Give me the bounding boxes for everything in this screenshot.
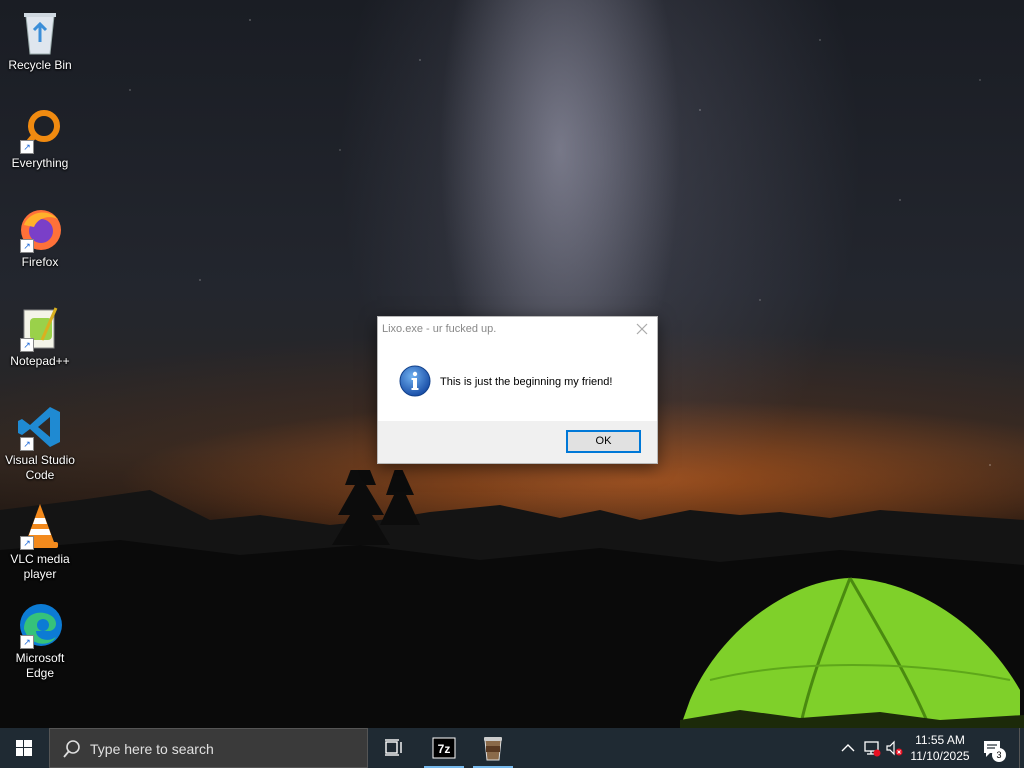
volume-button[interactable] xyxy=(884,738,904,758)
shortcut-arrow-icon: ↗ xyxy=(20,635,34,649)
desktop-icon-firefox[interactable]: ↗ Firefox xyxy=(0,205,80,270)
desktop-icon-label: VLC media player xyxy=(10,552,70,581)
desktop-icon-vlc[interactable]: ↗ VLC media player xyxy=(0,502,80,582)
coffee-cup-icon xyxy=(484,737,502,761)
recycle-bin-icon xyxy=(16,8,64,56)
clock-date: 11/10/2025 xyxy=(910,749,970,763)
taskbar-clock[interactable]: 11:55 AM 11/10/2025 xyxy=(905,732,975,764)
message-box-dialog: Lixo.exe - ur fucked up. This is just th… xyxy=(377,316,658,464)
ok-button[interactable]: OK xyxy=(566,430,641,453)
task-view-button[interactable] xyxy=(373,728,413,768)
desktop-icon-edge[interactable]: ↗ Microsoft Edge xyxy=(0,601,80,681)
search-placeholder: Type here to search xyxy=(90,741,214,757)
search-icon xyxy=(63,740,80,758)
show-desktop-button[interactable] xyxy=(1019,728,1024,768)
desktop-icon-label: Everything xyxy=(11,156,69,170)
taskbar-app-7zip[interactable]: 7z xyxy=(424,728,464,768)
volume-muted-icon xyxy=(886,740,903,756)
firefox-icon: ↗ xyxy=(16,205,64,253)
network-status-button[interactable] xyxy=(862,738,882,758)
svg-text:7z: 7z xyxy=(438,742,451,756)
taskbar: Type here to search 7z 11:55 AM 11/10/20… xyxy=(0,728,1024,768)
start-button[interactable] xyxy=(0,728,48,768)
notification-count-badge: 3 xyxy=(992,748,1006,762)
desktop-icon-label: Visual Studio Code xyxy=(5,453,75,482)
dialog-message: This is just the beginning my friend! xyxy=(440,376,613,388)
info-icon xyxy=(399,365,431,397)
network-disconnected-icon xyxy=(864,741,881,757)
task-view-icon xyxy=(385,739,402,756)
desktop-icon-notepad-plus-plus[interactable]: ↗ Notepad++ xyxy=(0,304,80,369)
desktop-icon-recycle-bin[interactable]: Recycle Bin xyxy=(0,8,80,73)
dialog-title: Lixo.exe - ur fucked up. xyxy=(382,323,497,335)
taskbar-app-coffee-cup[interactable] xyxy=(473,728,513,768)
7zip-icon: 7z xyxy=(432,737,456,759)
close-icon xyxy=(636,323,648,335)
vscode-icon: ↗ xyxy=(16,403,64,451)
everything-search-icon: ↗ xyxy=(16,106,64,154)
clock-time: 11:55 AM xyxy=(915,733,965,747)
desktop-icon-label: Notepad++ xyxy=(10,354,70,368)
edge-icon: ↗ xyxy=(16,601,64,649)
shortcut-arrow-icon: ↗ xyxy=(20,140,34,154)
shortcut-arrow-icon: ↗ xyxy=(20,239,34,253)
desktop: Recycle Bin ↗ Everything ↗ Firefox ↗ Not… xyxy=(0,0,1024,728)
show-hidden-icons-button[interactable] xyxy=(838,738,858,758)
close-button[interactable] xyxy=(633,320,651,338)
desktop-icon-label: Microsoft Edge xyxy=(15,651,65,680)
shortcut-arrow-icon: ↗ xyxy=(20,536,34,550)
desktop-icon-vscode[interactable]: ↗ Visual Studio Code xyxy=(0,403,80,483)
taskbar-search-box[interactable]: Type here to search xyxy=(49,728,368,768)
desktop-icon-label: Recycle Bin xyxy=(8,58,72,72)
notepad-plus-plus-icon: ↗ xyxy=(16,304,64,352)
shortcut-arrow-icon: ↗ xyxy=(20,437,34,451)
tent-illustration xyxy=(680,577,1024,728)
action-center-button[interactable]: 3 xyxy=(980,736,1006,762)
chevron-up-icon xyxy=(841,744,855,752)
desktop-icon-everything[interactable]: ↗ Everything xyxy=(0,106,80,171)
windows-logo-icon xyxy=(16,740,32,756)
desktop-icon-label: Firefox xyxy=(21,255,59,269)
shortcut-arrow-icon: ↗ xyxy=(20,338,34,352)
vlc-icon: ↗ xyxy=(16,502,64,550)
